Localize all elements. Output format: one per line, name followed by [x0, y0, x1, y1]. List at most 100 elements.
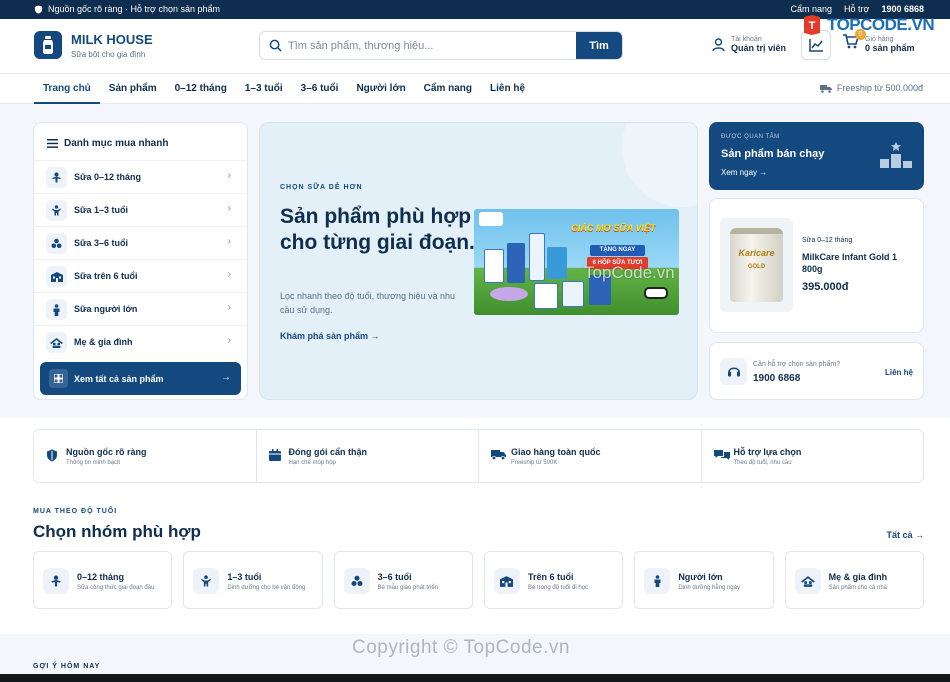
age-group-sub: Bé trong độ tuổi đi học [527, 585, 589, 591]
hero-decor-circle [622, 123, 697, 207]
age-group-card[interactable]: 1–3 tuổi Dinh dưỡng cho bé vận động [183, 551, 323, 609]
age-group-title: 3–6 tuổi [377, 572, 412, 582]
search-input[interactable] [288, 32, 578, 59]
feature-sub: Theo độ tuổi, nhu cầu [733, 460, 792, 466]
nav-home[interactable]: Trang chủ [34, 74, 100, 104]
product-price: 395.000đ [802, 281, 849, 293]
arrow-right-icon: → [221, 372, 231, 383]
age-group-sub: Dinh dưỡng cho bé vận động [227, 585, 306, 591]
feature-sub: Thông tin minh bạch [66, 460, 121, 466]
age-group-sub: Sữa công thức giai đoạn đầu [77, 585, 155, 591]
nav-0-12-months[interactable]: 0–12 tháng [166, 74, 236, 104]
brand-tagline: Sữa bột cho gia đình [71, 50, 146, 59]
product-card[interactable]: Karicare GOLD Sữa 0–12 tháng MilkCare In… [709, 198, 924, 333]
toddler-icon [193, 568, 220, 594]
age-group-title: Mẹ & gia đình [828, 572, 888, 582]
truck-icon [819, 84, 832, 93]
nav-3-6-years[interactable]: 3–6 tuổi [292, 74, 348, 104]
feature-shipping: Giao hàng toàn quốc Freeship từ 500K [479, 430, 702, 482]
bestseller-link[interactable]: Xem ngay → [721, 168, 767, 177]
arrow-right-icon: → [759, 168, 768, 177]
age-group-card[interactable]: 0–12 tháng Sữa công thức giai đoạn đầu [33, 551, 173, 609]
milk-pack [529, 233, 545, 281]
nav-guide[interactable]: Cẩm nang [415, 74, 481, 104]
nav-adults[interactable]: Người lớn [347, 74, 414, 104]
svg-text:T: T [809, 20, 816, 32]
view-all-products-button[interactable]: Xem tất cả sản phẩm → [40, 362, 241, 395]
age-group-card[interactable]: Mẹ & gia đình Sản phẩm cho cả nhà [784, 551, 924, 609]
topcode-brand-text: TOPCODE.VN [827, 14, 935, 34]
chart-icon [808, 39, 823, 52]
chevron-right-icon: › [227, 335, 231, 346]
category-item-3-6-years[interactable]: Sữa 3–6 tuổi › [34, 226, 247, 259]
account-label: Tài khoản [731, 36, 762, 43]
nav-items: Trang chủ Sản phẩm 0–12 tháng 1–3 tuổi 3… [34, 74, 534, 104]
box-icon [268, 449, 281, 461]
chevron-right-icon: › [227, 203, 231, 214]
truck-icon [491, 450, 506, 460]
groups-title: Chọn nhóm phù hợp [33, 522, 201, 541]
hero-cta-link[interactable]: Khám phá sản phẩm → [280, 331, 380, 341]
category-label: Mẹ & gia đình [74, 337, 133, 347]
topcode-logo-icon: T [804, 14, 820, 35]
feature-sub: Hạn chế móp hộp [288, 460, 336, 466]
category-item-over-6-years[interactable]: Sữa trên 6 tuổi › [34, 259, 247, 292]
hero-description: Lọc nhanh theo độ tuổi, thương hiệu và n… [280, 291, 456, 315]
promo-banner-image[interactable]: GIẤC MƠ SỮA VIỆT TẶNG NGAY 6 HỘP SỮA TƯƠ… [474, 209, 679, 315]
menu-icon [47, 139, 58, 148]
bestseller-link-text: Xem ngay [721, 168, 758, 177]
main-nav: Trang chủ Sản phẩm 0–12 tháng 1–3 tuổi 3… [0, 73, 950, 104]
age-group-card[interactable]: Người lớn Dinh dưỡng hằng ngày [634, 551, 774, 609]
product-name[interactable]: MilkCare Infant Gold 1 800g [802, 251, 917, 275]
topcode-watermark-logo: T TOPCODE.VN [800, 11, 950, 38]
groups-view-all-link[interactable]: Tất cả → [886, 530, 924, 540]
support-phone[interactable]: 1900 6868 [753, 373, 800, 384]
freeship-text: Freeship từ 500.000đ [836, 83, 923, 93]
category-item-0-12-months[interactable]: Sữa 0–12 tháng › [34, 160, 247, 193]
account-name: Quản trị viên [731, 43, 787, 53]
features-strip: Nguồn gốc rõ ràng Thông tin minh bạch Đó… [33, 429, 924, 483]
search-button[interactable]: Tìm [576, 32, 622, 59]
cow-illustration [644, 287, 668, 299]
chat-icon [713, 450, 730, 460]
bestseller-eyebrow: ĐƯỢC QUAN TÂM [721, 134, 780, 140]
feature-origin: Nguồn gốc rõ ràng Thông tin minh bạch [34, 430, 257, 482]
baby-icon [43, 568, 69, 594]
nav-1-3-years[interactable]: 1–3 tuổi [236, 74, 292, 104]
chevron-right-icon: › [227, 236, 231, 247]
user-icon [712, 37, 725, 51]
bottom-taskbar [0, 674, 950, 682]
category-item-adults[interactable]: Sữa người lớn › [34, 292, 247, 325]
age-group-card[interactable]: 3–6 tuổi Bé mẫu giáo phát triển [333, 551, 473, 609]
category-label: Sữa 1–3 tuổi [74, 205, 129, 215]
age-group-sub: Sản phẩm cho cả nhà [828, 585, 888, 591]
nav-contact[interactable]: Liên hệ [481, 74, 534, 104]
can-brand-text: Karicare [738, 248, 775, 258]
family-icon [46, 332, 67, 353]
milk-can-illustration: Karicare GOLD [730, 228, 783, 302]
nav-products[interactable]: Sản phẩm [100, 74, 166, 104]
chevron-right-icon: › [227, 302, 231, 313]
feature-title: Giao hàng toàn quốc [511, 447, 601, 457]
category-item-family[interactable]: Mẹ & gia đình › [34, 325, 247, 358]
support-contact-link[interactable]: Liên hệ [885, 368, 913, 377]
suggest-eyebrow: GỢI Ý HÔM NAY [33, 663, 101, 670]
can-grade-text: GOLD [747, 264, 766, 270]
quick-category-panel: Danh mục mua nhanh Sữa 0–12 tháng › Sữa … [33, 122, 248, 400]
brand-name[interactable]: MILK HOUSE [71, 32, 153, 47]
bestseller-card[interactable]: ĐƯỢC QUAN TÂM Sản phẩm bán chạy Xem ngay… [709, 122, 924, 190]
grid-icon [49, 369, 68, 388]
product-image[interactable]: Karicare GOLD [720, 218, 793, 312]
category-item-1-3-years[interactable]: Sữa 1–3 tuổi › [34, 193, 247, 226]
age-group-card[interactable]: Trên 6 tuổi Bé trong độ tuổi đi học [483, 551, 624, 609]
feature-title: Đóng gói cẩn thận [288, 447, 368, 457]
feature-packing: Đóng gói cẩn thận Hạn chế móp hộp [257, 430, 479, 482]
milk-pack [507, 243, 525, 283]
toddler-icon [46, 200, 67, 221]
account-menu[interactable]: Tài khoản Quản trị viên [712, 36, 786, 53]
age-group-title: 1–3 tuổi [227, 572, 262, 582]
person-icon [46, 299, 67, 320]
category-heading-text: Danh mục mua nhanh [64, 138, 169, 149]
family-icon [794, 568, 821, 594]
logo[interactable] [34, 31, 62, 59]
